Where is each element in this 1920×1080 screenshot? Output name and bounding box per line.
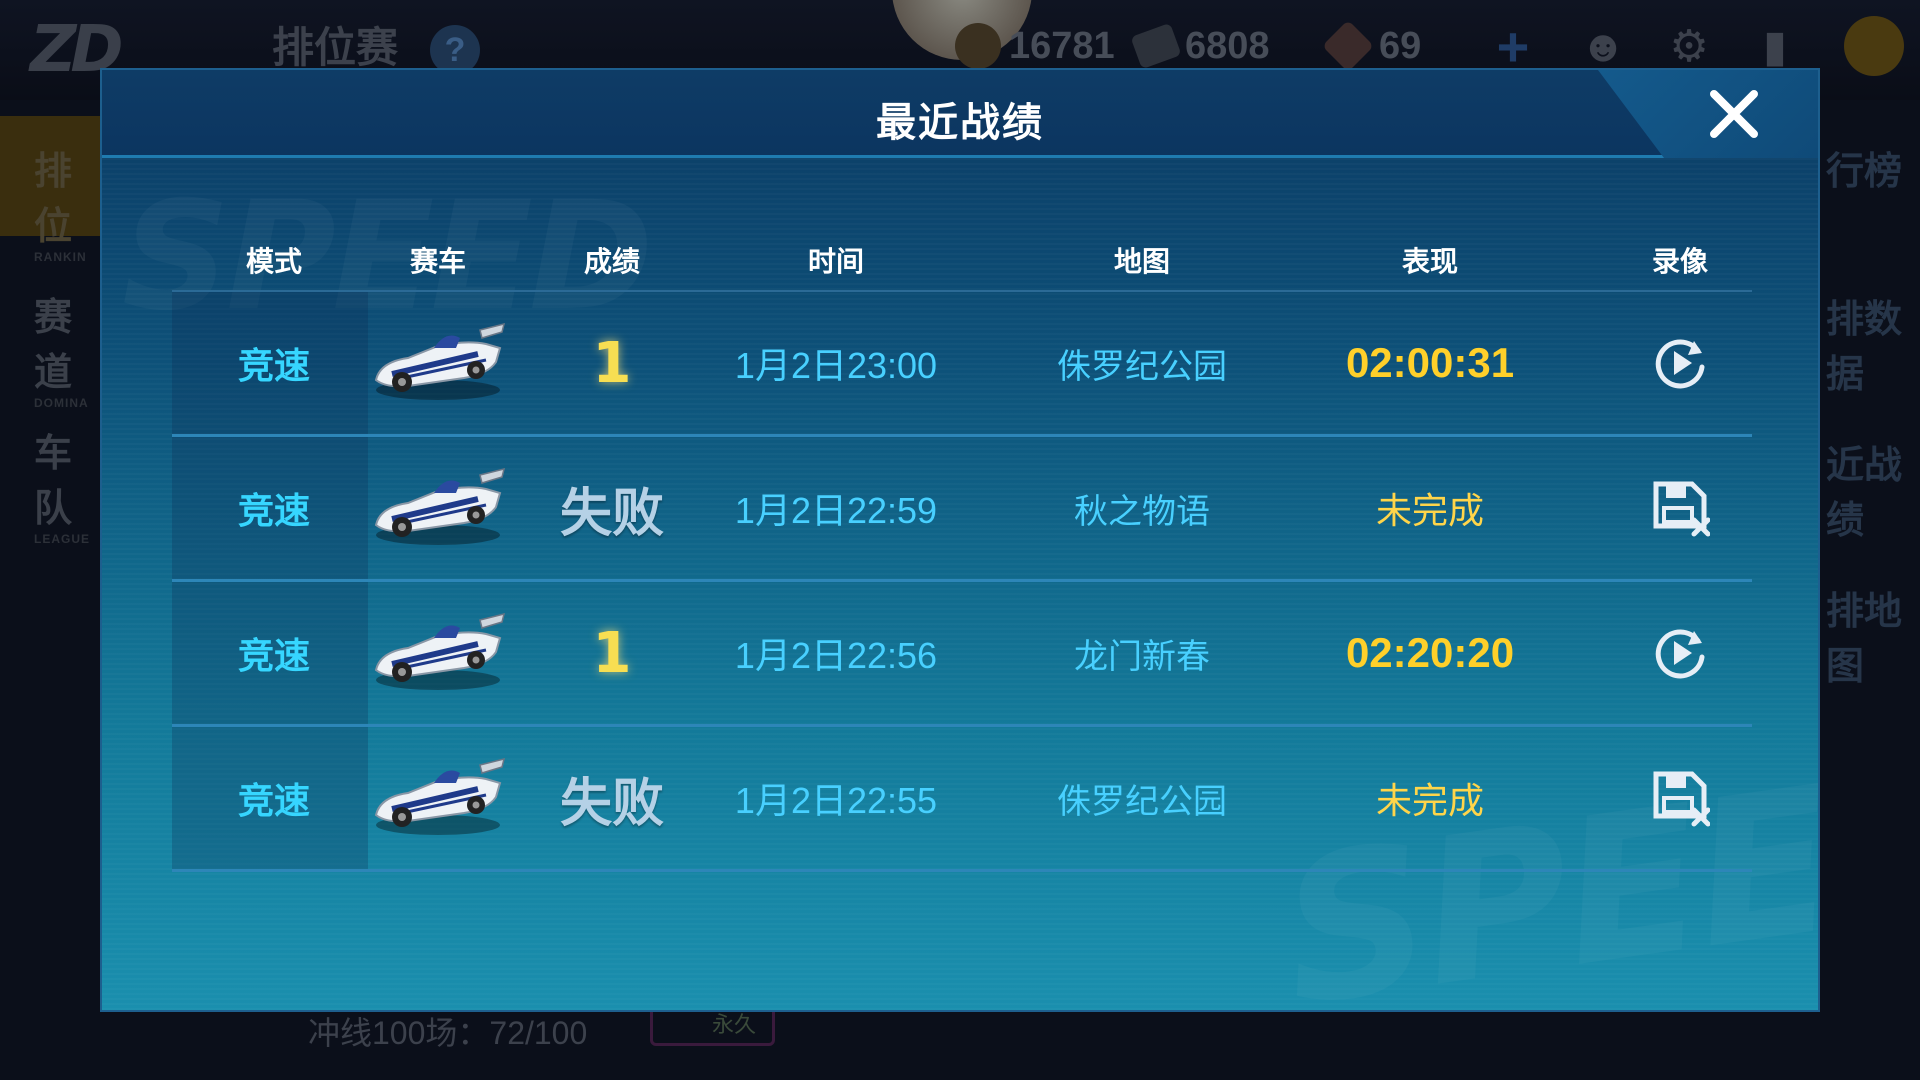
table-row: 竞速 1 1月2日22:56 龙门新春 02:20:20 [172,582,1752,727]
col-result: 成绩 [583,246,641,277]
menu-item-label: 赛道 [34,297,73,394]
time-cell: 1月2日23:00 [734,345,938,386]
replay-icon[interactable] [1650,623,1710,683]
table-header: 模式 赛车 成绩 时间 地图 表现 录像 [172,230,1752,292]
menu-item-sub: LEAGUE [34,532,91,546]
gear-icon[interactable]: ⚙ [1662,20,1716,74]
mode-cell: 竞速 [237,490,311,531]
menu-item-recent[interactable]: 近战绩 [1820,434,1920,544]
gem-counter: 69 [1321,18,1422,74]
table-row: 竞速 1 1月2日23:00 侏罗纪公园 02:00:31 [172,292,1752,437]
car-cell [368,582,508,724]
col-performance: 表现 [1401,246,1459,277]
close-icon [1710,90,1758,138]
left-menu: 排位 RANKIN 赛道 DOMINA 车队 LEAGUE [0,116,100,1080]
performance-cell: 未完成 [1375,780,1485,821]
dialog-header: 最近战绩 [102,70,1818,158]
map-cell: 龙门新春 [1074,637,1210,676]
performance-cell: 未完成 [1375,490,1485,531]
performance-cell: 02:00:31 [1345,339,1515,386]
gem-value: 69 [1379,24,1422,67]
coupon-counter: 6808 [1130,18,1270,74]
coin-icon [955,23,1001,69]
map-cell: 秋之物语 [1074,492,1210,531]
mode-cell: 竞速 [237,635,311,676]
recent-records-dialog: SPEED SPEED 最近战绩 模式 赛车 成绩 时间 地图 表现 录像 竞速 [100,68,1820,1012]
records-table: 模式 赛车 成绩 时间 地图 表现 录像 竞速 1 1月2日23:00 侏罗纪公… [172,230,1752,872]
replay-cell[interactable] [1650,292,1710,434]
map-cell: 侏罗纪公园 [1057,782,1227,821]
mode-cell: 竞速 [237,780,311,821]
col-replay: 录像 [1651,246,1709,277]
result-cell: 失败 [559,484,665,543]
menu-item-track[interactable]: 赛道 DOMINA [0,262,100,410]
replay-cell[interactable] [1650,582,1710,724]
result-cell: 1 [592,620,632,686]
col-map: 地图 [1113,246,1171,277]
friends-icon[interactable]: ☻ [1576,20,1630,74]
time-cell: 1月2日22:59 [734,490,938,531]
no-replay-icon[interactable] [1650,768,1710,828]
menu-item-label: 车队 [34,433,73,530]
car-cell [368,292,508,434]
result-cell: 失败 [559,774,665,833]
mode-cell: 竞速 [237,345,311,386]
race-car-icon [374,612,506,690]
coin-value: 16781 [1009,24,1115,67]
race-car-icon [374,757,506,835]
coupon-icon [1130,22,1182,70]
time-cell: 1月2日22:55 [734,780,938,821]
menu-item-stats[interactable]: 排数据 [1820,288,1920,398]
col-mode: 模式 [245,246,303,277]
table-row: 竞速 失败 1月2日22:55 侏罗纪公园 未完成 [172,727,1752,872]
time-cell: 1月2日22:56 [734,635,938,676]
col-time: 时间 [807,246,865,277]
performance-cell: 02:20:20 [1345,629,1515,676]
menu-item-maps[interactable]: 排地图 [1820,580,1920,690]
table-row: 竞速 失败 1月2日22:59 秋之物语 未完成 [172,437,1752,582]
race-car-icon [374,322,506,400]
music-icon[interactable] [1844,16,1904,76]
result-cell: 1 [592,330,632,396]
coin-counter: 16781 [955,18,1115,74]
dialog-title: 最近战绩 [876,101,1044,145]
gem-icon [1321,19,1375,73]
menu-item-team[interactable]: 车队 LEAGUE [0,398,100,546]
race-car-icon [374,467,506,545]
car-cell [368,727,508,869]
car-cell [368,437,508,579]
replay-cell[interactable] [1650,727,1710,869]
signal-icon: ▮ [1762,22,1788,71]
close-button[interactable] [1704,84,1764,144]
replay-icon[interactable] [1650,333,1710,393]
progress-text: 冲线100场：72/100 [308,1015,588,1051]
coupon-value: 6808 [1185,24,1270,67]
menu-item-ranking[interactable]: 排位 RANKIN [0,116,100,264]
no-replay-icon[interactable] [1650,478,1710,538]
menu-item-label: 排位 [34,151,73,248]
col-car: 赛车 [409,246,467,277]
menu-item-leaderboard[interactable]: 行榜 [1820,140,1920,195]
map-cell: 侏罗纪公园 [1057,347,1227,386]
add-currency-icon[interactable]: + [1486,19,1540,75]
replay-cell[interactable] [1650,437,1710,579]
